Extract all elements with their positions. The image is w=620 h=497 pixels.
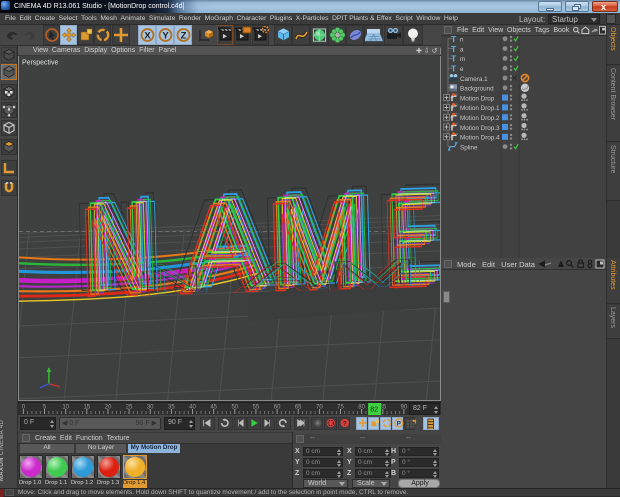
- svg-text:Y: Y: [162, 31, 169, 42]
- svg-text:o: o: [455, 92, 458, 97]
- svg-text:15: 15: [83, 405, 90, 411]
- svg-text:70: 70: [316, 405, 323, 411]
- svg-text:65: 65: [295, 405, 302, 411]
- svg-text:75: 75: [337, 405, 344, 411]
- svg-text:Motion Drop.2: Motion Drop.2: [460, 115, 500, 122]
- svg-text:Background: Background: [460, 86, 494, 93]
- svg-text:Spline: Spline: [460, 144, 478, 151]
- svg-text:X: X: [144, 31, 151, 42]
- svg-text:Z: Z: [181, 31, 187, 42]
- svg-text:30: 30: [147, 405, 154, 411]
- svg-text:T: T: [451, 54, 457, 64]
- svg-text:Perspective: Perspective: [22, 59, 58, 66]
- svg-text:o: o: [455, 122, 458, 127]
- svg-text:Motion Drop.4: Motion Drop.4: [460, 135, 500, 142]
- svg-text:40: 40: [189, 405, 196, 411]
- svg-text:Motion Drop: Motion Drop: [460, 95, 495, 102]
- svg-text:5: 5: [43, 405, 47, 411]
- svg-text:n: n: [460, 37, 464, 44]
- svg-text:T: T: [451, 34, 457, 44]
- svg-text:T: T: [451, 44, 457, 54]
- svg-text:?: ?: [343, 420, 347, 427]
- svg-text:Camera.1: Camera.1: [460, 76, 488, 83]
- svg-text:o: o: [455, 131, 458, 136]
- svg-text:82: 82: [370, 407, 378, 414]
- svg-text:o: o: [455, 112, 458, 117]
- svg-text:10: 10: [62, 405, 69, 411]
- svg-text:a: a: [460, 46, 464, 53]
- svg-text:o: o: [455, 102, 458, 107]
- svg-text:T: T: [451, 63, 457, 73]
- svg-text:45: 45: [210, 405, 217, 411]
- svg-text:Motion Drop.1: Motion Drop.1: [460, 105, 500, 112]
- svg-text:80: 80: [358, 405, 365, 411]
- svg-text:55: 55: [253, 405, 260, 411]
- svg-text:Motion Drop.3: Motion Drop.3: [460, 125, 500, 132]
- svg-text:P: P: [397, 420, 402, 427]
- svg-text:m: m: [460, 56, 465, 63]
- svg-text:e: e: [460, 66, 464, 73]
- svg-text:50: 50: [231, 405, 238, 411]
- svg-text:35: 35: [168, 405, 175, 411]
- svg-text:0: 0: [22, 405, 26, 411]
- svg-text:20: 20: [105, 405, 112, 411]
- svg-text:90: 90: [401, 405, 408, 411]
- svg-text:60: 60: [274, 405, 281, 411]
- svg-text:25: 25: [126, 405, 133, 411]
